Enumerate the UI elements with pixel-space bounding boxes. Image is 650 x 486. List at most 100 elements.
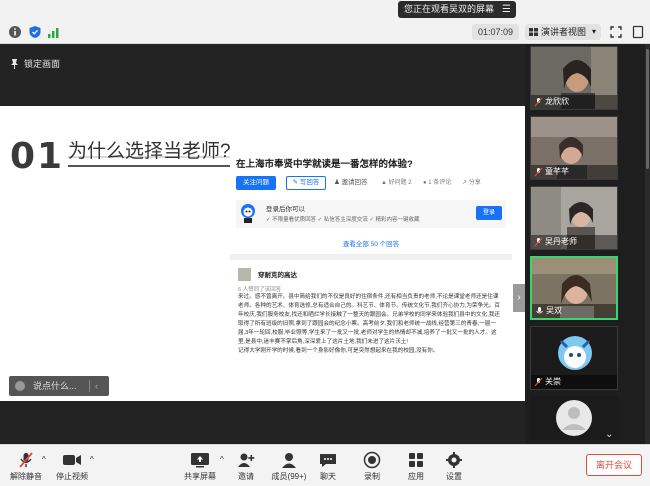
follow-question-button[interactable]: 关注问题: [236, 176, 276, 190]
participant-label: 龙欣欣: [531, 95, 617, 109]
scrollbar-thumb[interactable]: [646, 49, 649, 169]
invite-label: 邀请: [238, 472, 254, 481]
question-title: 在上海市奉贤中学就读是一番怎样的体验?: [236, 159, 413, 170]
speaker-view-label: 演讲者视图: [541, 27, 587, 37]
participant-name: 龙欣欣: [545, 97, 569, 106]
mic-muted-icon: [534, 237, 543, 247]
speaker-view-button[interactable]: 演讲者视图 ▾: [525, 24, 601, 40]
signal-strength-icon[interactable]: [47, 25, 61, 39]
emoji-icon[interactable]: [15, 381, 25, 391]
chat-button[interactable]: 聊天: [308, 451, 348, 485]
viewing-screen-pill[interactable]: 您正在观看吴双的屏幕 ☰: [398, 1, 516, 18]
gear-icon: [446, 452, 462, 468]
shared-screen-stage: 锁定画面 01 为什么选择当老师? 在上海市奉贤中学就读是一番怎样的体验? 关注…: [0, 44, 525, 444]
top-banner: 您正在观看吴双的屏幕 ☰: [0, 0, 650, 20]
mic-muted-icon: [534, 167, 543, 177]
share-options-caret[interactable]: ^: [220, 455, 224, 464]
fullscreen-icon[interactable]: [609, 25, 623, 39]
window-mode-icon[interactable]: [631, 25, 645, 39]
participant-label: 关崇: [531, 375, 617, 389]
presentation-slide: 01 为什么选择当老师? 在上海市奉贤中学就读是一番怎样的体验? 关注问题 ✎ …: [0, 106, 525, 401]
apps-grid-icon: [409, 453, 423, 467]
participant-name: 吴丹老师: [545, 237, 577, 246]
login-features: ✓ 不限量看优质回答 ✓ 私信答主深度交流 ✓ 精彩内容一键收藏: [266, 217, 420, 223]
mic-muted-icon: [534, 97, 543, 107]
share-screen-icon: [191, 453, 209, 468]
mic-icon: [536, 307, 543, 314]
login-prompt-title: 登录后你可以: [266, 206, 305, 213]
meeting-window: 您正在观看吴双的屏幕 ☰ 01:07:09 演讲者视图 ▾ 锁定画面 01 为什…: [0, 0, 650, 486]
info-icon[interactable]: [8, 25, 22, 39]
mascot-icon: [241, 204, 255, 223]
participant-name: 吴双: [546, 306, 562, 315]
share-screen-button[interactable]: 共享屏幕: [180, 451, 220, 485]
meeting-timer: 01:07:09: [472, 24, 520, 40]
members-label: 成员(99+): [271, 472, 307, 481]
collapse-sidebar-button[interactable]: ›: [513, 284, 525, 312]
record-icon: [363, 451, 381, 469]
stop-video-label: 停止视频: [56, 472, 88, 481]
grid-view-icon: [529, 28, 538, 36]
participant-name: 童芊芊: [545, 167, 569, 176]
apps-label: 应用: [408, 472, 424, 481]
security-shield-icon[interactable]: [28, 25, 42, 39]
participant-label: 吴丹老师: [531, 235, 617, 249]
participant-tile[interactable]: 童芊芊: [530, 116, 618, 180]
answer-votes: 6 人赞同了该回答: [238, 287, 282, 293]
view-options-icon[interactable]: ☰: [502, 1, 511, 18]
slide-number: 01: [10, 136, 65, 177]
embedded-webpage: 在上海市奉贤中学就读是一番怎样的体验? 关注问题 ✎ 写回答 ♟ 邀请回答 ▲ …: [230, 154, 512, 384]
video-options-caret[interactable]: ^: [90, 455, 94, 464]
participant-tile[interactable]: 关崇: [530, 326, 618, 390]
pin-icon: [11, 59, 18, 69]
members-icon: [282, 453, 296, 468]
unmute-label: 解除静音: [10, 472, 42, 481]
write-answer-button[interactable]: ✎ 写回答: [286, 176, 326, 190]
invite-button[interactable]: 邀请: [226, 451, 266, 485]
share-screen-label: 共享屏幕: [184, 472, 216, 481]
settings-button[interactable]: 设置: [434, 451, 474, 485]
say-something-placeholder: 说点什么...: [33, 381, 77, 391]
show-more-participants-icon[interactable]: ⌄: [605, 429, 613, 440]
viewing-screen-text: 您正在观看吴双的屏幕: [404, 4, 495, 14]
section-divider: [230, 254, 512, 260]
participant-name: 关崇: [545, 377, 561, 386]
good-question-count[interactable]: ▲ 好问题 2: [381, 176, 412, 190]
chevron-down-icon: ▾: [591, 27, 596, 36]
answer-text: 来过。感不曾离开。县中简给我们的不仅是良好的住宿条件,还有相当负责的老师,不论是…: [238, 294, 500, 354]
participant-label: 吴双: [532, 304, 616, 318]
invite-answer-button[interactable]: ♟ 邀请回答: [334, 176, 368, 190]
input-separator: [89, 380, 90, 392]
question-actions: 关注问题 ✎ 写回答 ♟ 邀请回答 ▲ 好问题 2 ● 1 条评论 ↗ 分享: [236, 176, 506, 192]
author-avatar[interactable]: [238, 268, 251, 281]
participant-tile[interactable]: 龙欣欣: [530, 46, 618, 110]
participant-label: 童芊芊: [531, 165, 617, 179]
stop-video-button[interactable]: 停止视频: [50, 451, 94, 485]
say-something-input[interactable]: 说点什么... ‹: [9, 376, 109, 396]
share-link[interactable]: ↗ 分享: [462, 176, 481, 190]
meeting-toolbar: 01:07:09 演讲者视图 ▾: [0, 20, 650, 44]
record-button[interactable]: 录制: [352, 451, 392, 485]
mic-muted-icon: [534, 377, 543, 387]
chat-label: 聊天: [320, 472, 336, 481]
view-all-answers-link[interactable]: 查看全部 50 个回答: [230, 238, 512, 248]
settings-label: 设置: [446, 472, 462, 481]
meeting-controls-bar: 解除静音 ^ 停止视频 ^ 共享屏幕 ^ 邀请 成员(99+) 聊天 录制 应用…: [0, 444, 650, 486]
lock-screen-button[interactable]: 锁定画面: [8, 54, 60, 74]
slide-title: 为什么选择当老师?: [68, 136, 231, 167]
chat-bubble-icon: [320, 454, 336, 467]
author-name[interactable]: 穿耐克的高达: [258, 269, 297, 279]
leave-meeting-button[interactable]: 离开会议: [586, 454, 642, 476]
participant-tile[interactable]: 吴丹老师: [530, 186, 618, 250]
comment-count[interactable]: ● 1 条评论: [423, 176, 451, 190]
record-label: 录制: [364, 472, 380, 481]
audio-options-caret[interactable]: ^: [42, 455, 46, 464]
login-button[interactable]: 登录: [476, 206, 502, 220]
participant-scrollbar[interactable]: [645, 44, 650, 444]
members-button[interactable]: 成员(99+): [264, 451, 314, 485]
apps-button[interactable]: 应用: [396, 451, 436, 485]
chevron-left-icon[interactable]: ‹: [95, 376, 98, 396]
participant-tile-active-speaker[interactable]: 吴双: [530, 256, 618, 320]
video-camera-icon: [63, 455, 81, 465]
mic-muted-icon: [19, 452, 33, 468]
